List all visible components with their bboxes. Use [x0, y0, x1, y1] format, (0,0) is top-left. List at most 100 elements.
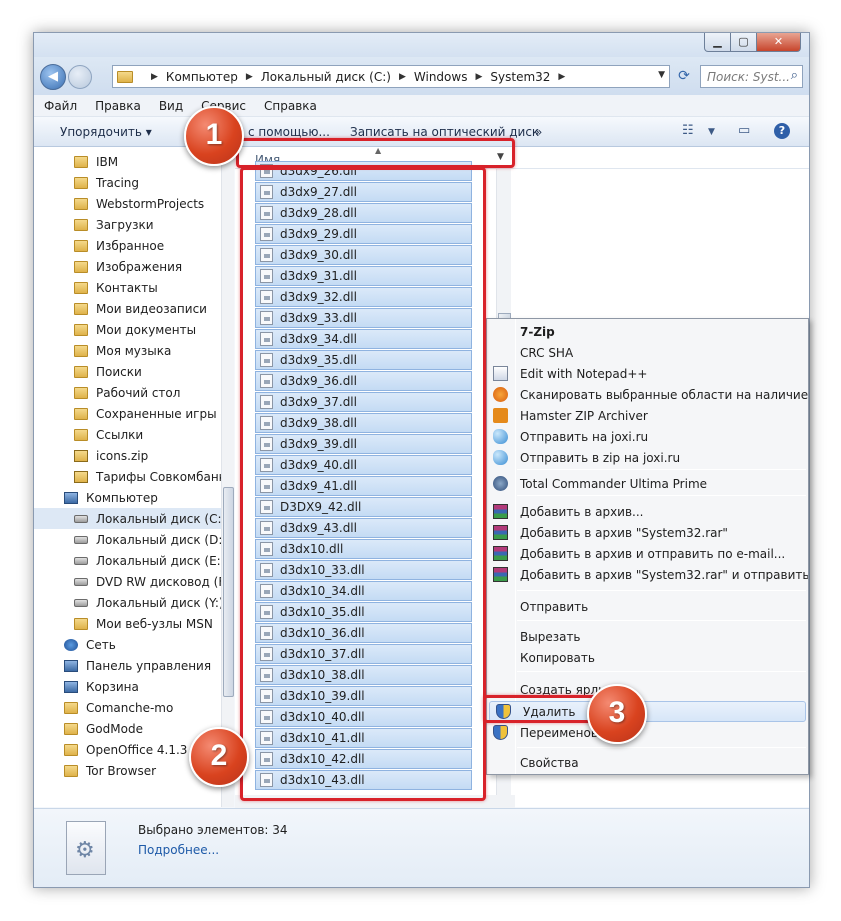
context-menu-item[interactable]: Вырезать [487, 626, 808, 647]
nav-item[interactable]: Компьютер [34, 487, 234, 508]
context-menu-item[interactable]: Hamster ZIP Archiver [487, 405, 808, 426]
menu-separator [517, 495, 806, 496]
menu-file[interactable]: Файл [44, 99, 77, 113]
nav-item[interactable]: Локальный диск (Y:) [34, 592, 234, 613]
minimize-button[interactable]: ▁ [704, 33, 731, 52]
back-button[interactable]: ◀ [40, 64, 66, 90]
nav-item[interactable]: Локальный диск (C:) [34, 508, 234, 529]
nav-item[interactable]: Загрузки [34, 214, 234, 235]
nav-item-label: Мои документы [96, 322, 197, 337]
folder-icon [64, 722, 78, 735]
context-menu-item[interactable]: Total Commander Ultima Prime [487, 473, 808, 494]
context-menu-item[interactable]: Добавить в архив "System32.rar" и отправ… [487, 564, 808, 585]
nav-item[interactable]: WebstormProjects [34, 193, 234, 214]
context-menu-item[interactable]: Добавить в архив и отправить по e-mail..… [487, 543, 808, 564]
context-menu-label: Отправить [520, 599, 589, 614]
context-menu-item[interactable]: CRC SHA [487, 342, 808, 363]
nav-item-label: Тарифы Совкомбанк [96, 469, 226, 484]
computer-icon [64, 680, 78, 693]
breadcrumb-computer[interactable]: Компьютер ▶ [166, 70, 261, 84]
search-input[interactable]: Поиск: Syst... ⌕ [700, 65, 803, 88]
menu-view[interactable]: Вид [159, 99, 183, 113]
context-menu-item[interactable]: Копировать [487, 647, 808, 668]
nav-item-label: Компьютер [86, 490, 158, 505]
notepad-icon [493, 366, 508, 381]
nav-item[interactable]: Контакты [34, 277, 234, 298]
context-menu-label: Добавить в архив... [520, 504, 644, 519]
nav-item-label: Сеть [86, 637, 116, 652]
forward-button[interactable] [68, 65, 92, 89]
breadcrumb-system32[interactable]: System32 ▶ [490, 70, 573, 84]
breadcrumb-drive-c[interactable]: Локальный диск (C:) ▶ [261, 70, 414, 84]
breadcrumb-arrow[interactable]: ▶ [143, 72, 166, 82]
context-menu-item[interactable]: Добавить в архив "System32.rar" [487, 522, 808, 543]
context-menu-label: 7-Zip [520, 324, 555, 339]
more-commands-button[interactable]: » [535, 125, 542, 139]
nav-item[interactable]: Мои видеозаписи [34, 298, 234, 319]
context-menu-item[interactable]: Отправить на joxi.ru [487, 426, 808, 447]
context-menu-item[interactable]: Отправить [487, 596, 808, 617]
context-menu-item[interactable]: 7-Zip [487, 321, 808, 342]
context-menu-item[interactable]: Добавить в архив... [487, 501, 808, 522]
zip-icon [74, 449, 88, 462]
nav-item[interactable]: Ссылки [34, 424, 234, 445]
file-type-icon [66, 821, 106, 875]
nav-item[interactable]: Изображения [34, 256, 234, 277]
nav-item[interactable]: Моя музыка [34, 340, 234, 361]
nav-item[interactable]: Сеть [34, 634, 234, 655]
search-icon[interactable]: ⌕ [791, 68, 798, 83]
nav-item-label: Контакты [96, 280, 158, 295]
open-with-button[interactable]: с помощью... [248, 125, 330, 139]
nav-item[interactable]: Локальный диск (D:) [34, 529, 234, 550]
folder-icon [74, 176, 88, 189]
nav-item[interactable]: Панель управления [34, 655, 234, 676]
nav-item[interactable]: Избранное [34, 235, 234, 256]
nav-item[interactable]: icons.zip [34, 445, 234, 466]
folder-icon [64, 743, 78, 756]
nav-item[interactable]: Мои веб-узлы MSN [34, 613, 234, 634]
nav-item[interactable]: Рабочий стол [34, 382, 234, 403]
organize-button[interactable]: Упорядочить ▾ [60, 125, 152, 139]
menu-help[interactable]: Справка [264, 99, 317, 113]
nav-item[interactable]: Мои документы [34, 319, 234, 340]
preview-pane-icon[interactable]: ▭ [738, 123, 750, 138]
drive-icon [74, 598, 88, 607]
nav-scrollbar[interactable] [221, 147, 234, 807]
winrar-icon [493, 567, 508, 582]
breadcrumb-windows[interactable]: Windows ▶ [414, 70, 491, 84]
nav-item[interactable]: Тарифы Совкомбанк [34, 466, 234, 487]
nav-item[interactable]: DVD RW дисковод (F: [34, 571, 234, 592]
nav-item-label: Рабочий стол [96, 385, 181, 400]
nav-item[interactable]: Comanche-mo [34, 697, 234, 718]
context-menu-item[interactable]: Отправить в zip на joxi.ru [487, 447, 808, 468]
details-more-link[interactable]: Подробнее... [138, 843, 219, 857]
help-icon[interactable]: ? [774, 123, 790, 139]
context-menu-label: Свойства [520, 755, 579, 770]
refresh-icon[interactable]: ⟳ [672, 65, 696, 88]
maximize-button[interactable]: ▢ [730, 33, 757, 52]
nav-item[interactable]: Сохраненные игры [34, 403, 234, 424]
nav-item-label: Ссылки [96, 427, 144, 442]
view-icon[interactable]: ☷ [682, 123, 694, 138]
context-menu-item[interactable]: Свойства [487, 752, 808, 773]
nav-item[interactable]: Tracing [34, 172, 234, 193]
nav-scroll-thumb[interactable] [223, 487, 234, 697]
chevron-down-icon[interactable]: ▼ [708, 127, 715, 137]
nav-item[interactable]: Локальный диск (E:) [34, 550, 234, 571]
context-menu-item[interactable]: Edit with Notepad++ [487, 363, 808, 384]
nav-item[interactable]: Корзина [34, 676, 234, 697]
drive-icon [74, 577, 88, 586]
address-bar[interactable]: ▶ Компьютер ▶ Локальный диск (C:) ▶ Window… [112, 65, 670, 88]
chevron-down-icon[interactable]: ▼ [658, 70, 665, 80]
folder-icon [74, 218, 88, 231]
nav-item[interactable]: Поиски [34, 361, 234, 382]
context-menu-item[interactable]: Сканировать выбранные области на наличие… [487, 384, 808, 405]
nav-item-label: IBM [96, 154, 119, 169]
folder-icon [74, 323, 88, 336]
close-button[interactable]: ✕ [756, 33, 801, 52]
menu-edit[interactable]: Правка [95, 99, 141, 113]
nav-item-label: Локальный диск (Y:) [96, 595, 224, 610]
burn-button[interactable]: Записать на оптический диск [350, 125, 539, 139]
context-menu-item[interactable]: Переименовать [487, 722, 808, 743]
joxi-icon [493, 450, 508, 465]
